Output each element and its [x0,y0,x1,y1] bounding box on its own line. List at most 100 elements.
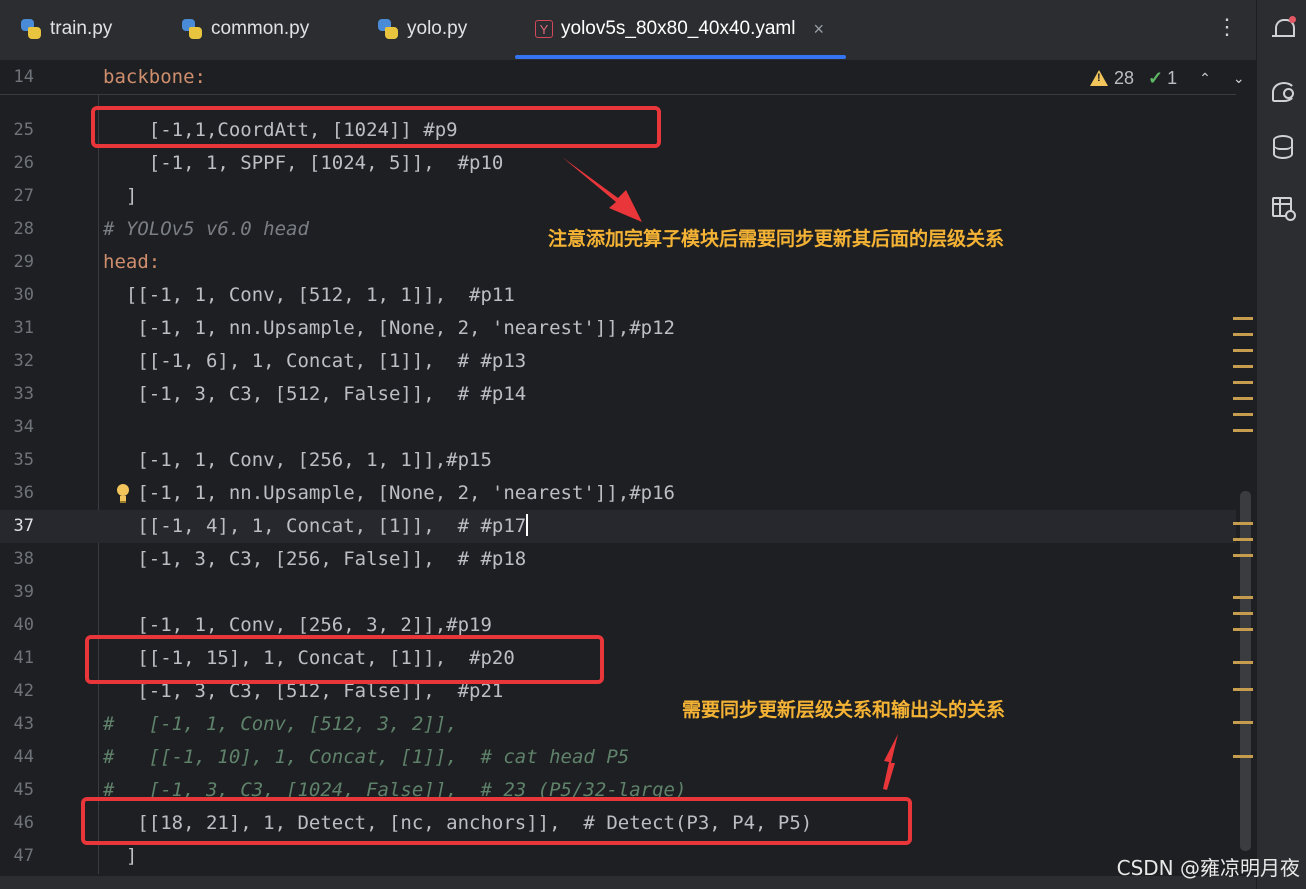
line-number: 46 [13,813,34,833]
warning-stripe[interactable] [1233,397,1253,400]
line-number: 47 [13,846,34,866]
code-line[interactable]: 38 [-1, 3, C3, [256, False]], # #p18 [0,543,1236,576]
line-number: 35 [13,450,34,470]
line-number: 34 [13,417,34,437]
code-line[interactable]: 34 [0,411,1236,444]
line-number: 45 [13,780,34,800]
code-line[interactable]: 33 [-1, 3, C3, [512, False]], # #p14 [0,378,1236,411]
text-caret [526,514,529,536]
line-number: 37 [13,516,34,536]
right-tool-window-bar [1256,0,1306,889]
code-text: [-1, 1, Conv, [256, 1, 1]],#p15 [103,449,492,471]
line-number: 40 [13,615,34,635]
previous-highlight-icon[interactable]: ⌃ [1199,70,1211,87]
code-line[interactable]: 43 # [-1, 1, Conv, [512, 3, 2]], [0,708,1236,741]
warning-stripe[interactable] [1233,365,1253,368]
yaml-icon: Y [535,20,553,38]
code-text: head: [103,251,161,273]
warning-stripe[interactable] [1233,612,1253,615]
sticky-scroll-header[interactable]: 14 backbone: ! 28 ✓ 1 ⌃ ⌄ [0,61,1245,95]
annotation-note-1: 注意添加完算子模块后需要同步更新其后面的层级关系 [548,228,1005,250]
line-number: 38 [13,549,34,569]
check-icon: ✓ [1148,67,1164,88]
warning-stripe[interactable] [1233,596,1253,599]
tab-common-py[interactable]: common.py [181,0,309,58]
code-line[interactable]: 35 [-1, 1, Conv, [256, 1, 1]],#p15 [0,444,1236,477]
warning-count: 28 [1114,67,1135,88]
tab-label: train.py [50,18,113,39]
tab-yolo-py[interactable]: yolo.py [377,0,467,58]
code-comment: # YOLOv5 v6.0 head [103,218,309,240]
code-text: [[-1, 1, Conv, [512, 1, 1]], #p11 [103,284,515,306]
code-line[interactable]: 30 [[-1, 1, Conv, [512, 1, 1]], #p11 [0,279,1236,312]
code-text: ] [103,185,138,207]
warning-stripe[interactable] [1233,661,1253,664]
warning-icon: ! [1090,70,1108,86]
tab-label: yolo.py [407,18,468,39]
tab-train-py[interactable]: train.py [20,0,112,58]
code-line[interactable]: 44 # [[-1, 10], 1, Concat, [1]], # cat h… [0,741,1236,774]
warning-stripe[interactable] [1233,688,1253,691]
more-options-icon[interactable]: ⋮ [1216,14,1238,40]
code-comment: # [-1, 1, Conv, [512, 3, 2]], [103,713,458,735]
code-text: [-1, 1, nn.Upsample, [None, 2, 'nearest'… [103,317,675,339]
line-number: 28 [13,219,34,239]
code-line[interactable]: 39 [0,576,1236,609]
code-line[interactable]: 26 [-1, 1, SPPF, [1024, 5]], #p10 [0,147,1236,180]
database-icon[interactable] [1271,135,1297,161]
close-icon[interactable]: × [814,19,825,40]
warning-stripe[interactable] [1233,721,1253,724]
inspection-widget[interactable]: ! 28 ✓ 1 ⌃ ⌄ [1082,63,1245,93]
code-text: backbone: [103,66,206,88]
ok-count: 1 [1167,67,1178,88]
notifications-icon[interactable] [1271,16,1297,42]
python-icon [20,18,42,40]
watermark: CSDN @雍凉明月夜 [1116,856,1300,880]
annotation-box-p9 [91,106,661,148]
code-text: [-1, 3, C3, [256, False]], # #p18 [103,548,527,570]
warning-stripe[interactable] [1233,755,1253,758]
status-bar-strip [0,876,1256,889]
code-line[interactable]: 32 [[-1, 6], 1, Concat, [1]], # #p13 [0,345,1236,378]
annotation-box-detect [81,797,912,845]
warning-stripe[interactable] [1233,381,1253,384]
code-line[interactable]: 31 [-1, 1, nn.Upsample, [None, 2, 'neare… [0,312,1236,345]
warning-stripe[interactable] [1233,429,1253,432]
warning-stripe[interactable] [1233,413,1253,416]
line-number: 30 [13,285,34,305]
warning-stripe[interactable] [1233,333,1253,336]
code-line[interactable]: 36 [-1, 1, nn.Upsample, [None, 2, 'neare… [0,477,1236,510]
tab-label: common.py [211,18,310,39]
line-number: 44 [13,747,34,767]
sciview-table-icon[interactable] [1271,196,1297,222]
annotation-box-p20 [85,635,604,684]
warning-stripe[interactable] [1233,317,1253,320]
line-number: 31 [13,318,34,338]
warning-stripe[interactable] [1233,554,1253,557]
line-number: 26 [13,153,34,173]
tab-yolov5s-yaml[interactable]: Y yolov5s_80x80_40x40.yaml × [535,0,824,58]
next-highlight-icon[interactable]: ⌄ [1233,70,1245,87]
editor-tab-bar: train.py common.py yolo.py Y yolov5s_80x… [0,0,1256,61]
vertical-scrollbar[interactable] [1240,491,1251,851]
code-line[interactable]: 27 ] [0,180,1236,213]
code-text: [-1, 1, SPPF, [1024, 5]], #p10 [103,152,504,174]
line-number: 14 [13,67,34,87]
warning-stripe[interactable] [1233,628,1253,631]
line-number: 27 [13,186,34,206]
tab-label: yolov5s_80x80_40x40.yaml [561,18,796,39]
warning-stripe[interactable] [1233,538,1253,541]
code-editor[interactable]: 14 backbone: ! 28 ✓ 1 ⌃ ⌄ 24 [-1, 3, C3,… [0,61,1256,876]
line-number: 32 [13,351,34,371]
warning-stripe[interactable] [1233,349,1253,352]
annotation-note-2: 需要同步更新层级关系和输出头的关系 [682,699,1006,721]
line-number: 29 [13,252,34,272]
code-text: [-1, 1, nn.Upsample, [None, 2, 'nearest'… [103,482,675,504]
ai-assistant-icon[interactable] [1271,78,1297,104]
line-number: 25 [13,120,34,140]
code-line-current[interactable]: 37 [[-1, 4], 1, Concat, [1]], # #p17 [0,510,1236,543]
code-text: [-1, 3, C3, [512, False]], # #p14 [103,383,527,405]
line-number: 39 [13,582,34,602]
line-number: 33 [13,384,34,404]
warning-stripe[interactable] [1233,522,1253,525]
